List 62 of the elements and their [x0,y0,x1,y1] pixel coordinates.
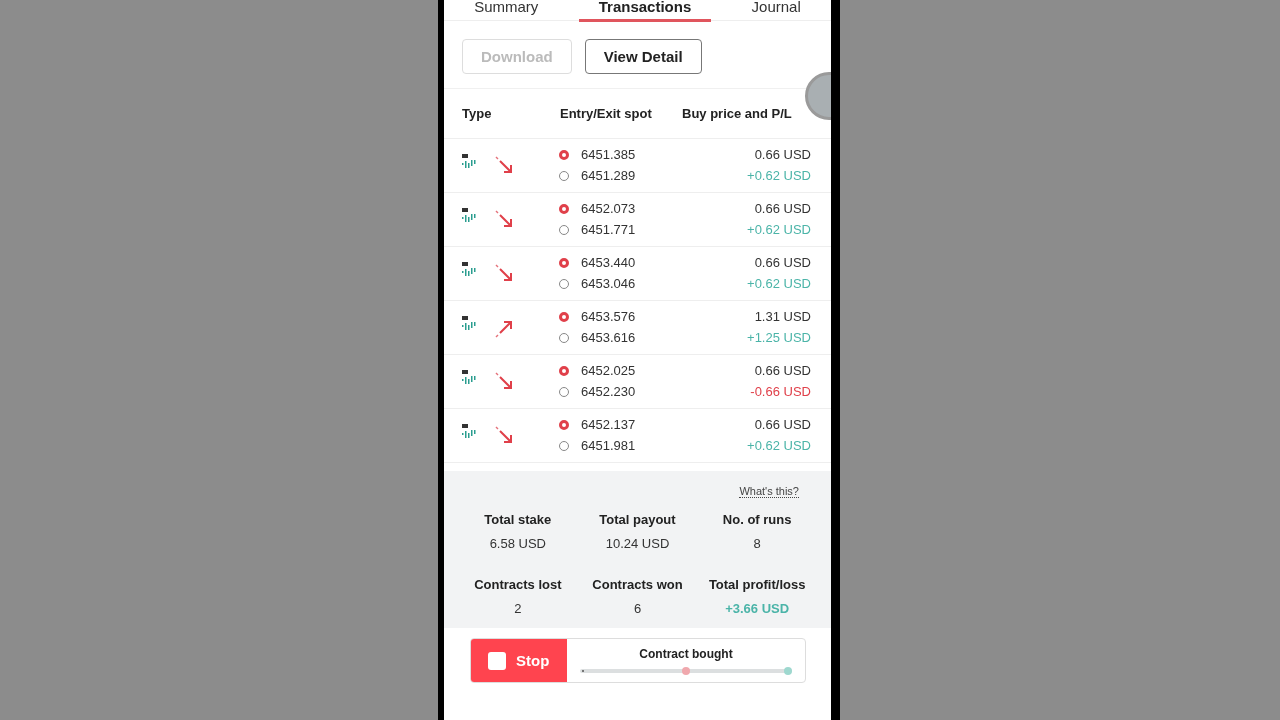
entry-spot: 6452.073 [581,201,637,217]
exit-spot: 6451.981 [581,438,637,454]
profit-loss: +1.25 USD [747,330,811,346]
buy-price: 0.66 USD [753,255,811,271]
candlestick-chart-icon [461,370,478,386]
entry-spot: 6452.137 [581,417,637,433]
stat-label: Total profit/loss [708,577,806,592]
down-arrow-icon [495,425,515,446]
profit-loss: +0.62 USD [747,438,811,454]
stat-label: Contracts won [592,577,683,592]
tab[interactable]: Transactions [578,0,712,22]
candlestick-chart-icon [461,262,478,278]
entry-spot-icon [559,420,569,430]
stat-value: +3.66 USD [725,601,790,616]
tab[interactable]: Journal [731,0,821,22]
entry-spot-icon [559,312,569,322]
down-arrow-icon [495,371,515,392]
stat-value: 10.24 USD [605,536,670,551]
stat-label: Total stake [484,512,552,527]
entry-spot: 6451.385 [581,147,637,163]
buy-price: 1.31 USD [753,309,811,325]
stat-value: 2 [514,601,522,616]
exit-spot: 6451.771 [581,222,637,238]
entry-spot: 6453.440 [581,255,637,271]
view-detail-button[interactable]: View Detail [584,39,702,74]
candlestick-chart-icon [461,316,478,332]
candlestick-chart-icon [461,208,478,224]
exit-spot: 6451.289 [581,168,637,184]
entry-spot-icon [559,258,569,268]
status-text: Contract bought [639,646,733,661]
candlestick-chart-icon [461,154,478,170]
profit-loss: -0.66 USD [750,384,811,400]
tab[interactable]: Summary [454,0,559,22]
column-header: Entry/Exit spot [560,106,653,121]
buy-price: 0.66 USD [753,147,811,163]
exit-spot: 6453.046 [581,276,637,292]
exit-spot: 6452.230 [581,384,637,400]
down-arrow-icon [495,209,515,230]
profit-loss: +0.62 USD [747,168,811,184]
entry-spot-icon [559,204,569,214]
stat-label: No. of runs [722,512,792,527]
stat-value: 6.58 USD [489,536,546,551]
column-header: Buy price and P/L [682,106,793,121]
profit-loss: +0.62 USD [747,222,811,238]
stat-value: 8 [753,536,761,551]
buy-price: 0.66 USD [753,417,811,433]
entry-spot-icon [559,366,569,376]
down-arrow-icon [495,263,515,284]
column-header: Type [462,106,493,121]
stat-label: Total payout [599,512,676,527]
entry-spot-icon [559,150,569,160]
help-link[interactable]: What's this? [739,485,799,498]
entry-spot: 6453.576 [581,309,637,325]
stat-label: Contracts lost [474,577,562,592]
candlestick-chart-icon [461,424,478,440]
profit-loss: +0.62 USD [747,276,811,292]
exit-spot: 6453.616 [581,330,637,346]
down-arrow-icon [495,155,515,176]
stat-value: 6 [633,601,642,616]
buy-price: 0.66 USD [753,201,811,217]
buy-price: 0.66 USD [753,363,811,379]
entry-spot: 6452.025 [581,363,637,379]
